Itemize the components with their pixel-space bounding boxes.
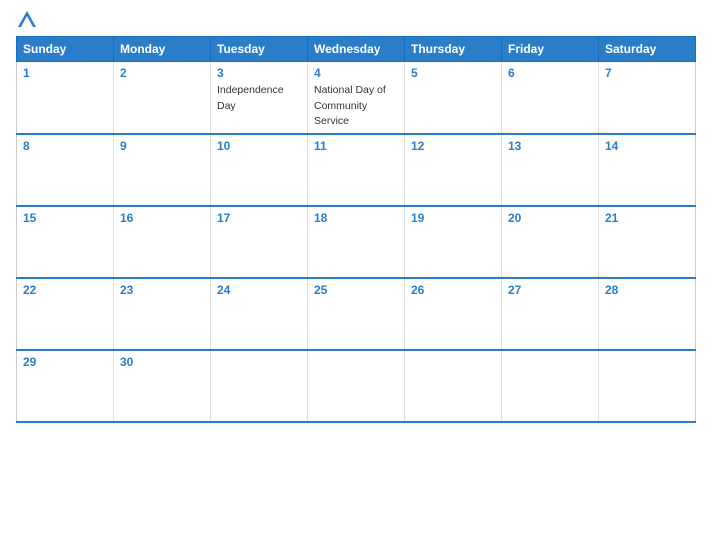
calendar-week-4: 22 23 24 25 26 27 28 — [17, 278, 696, 350]
day-number: 27 — [508, 283, 592, 297]
calendar-week-2: 89 10 11 12 13 14 — [17, 134, 696, 206]
day-number: 2 — [120, 66, 204, 80]
calendar-cell — [211, 350, 308, 422]
calendar-cell: 25 — [308, 278, 405, 350]
calendar-week-5: 29 30 — [17, 350, 696, 422]
calendar-cell: 16 — [114, 206, 211, 278]
calendar-cell: 22 — [17, 278, 114, 350]
day-number: 10 — [217, 139, 301, 153]
weekday-friday: Friday — [502, 37, 599, 62]
calendar-cell: 1 — [17, 62, 114, 134]
calendar-cell — [405, 350, 502, 422]
calendar-cell: 10 — [211, 134, 308, 206]
event-label: National Day of Community Service — [314, 84, 386, 127]
weekday-header-row: SundayMondayTuesdayWednesdayThursdayFrid… — [17, 37, 696, 62]
day-number: 17 — [217, 211, 301, 225]
weekday-tuesday: Tuesday — [211, 37, 308, 62]
calendar-cell — [308, 350, 405, 422]
day-number: 7 — [605, 66, 689, 80]
day-number: 26 — [411, 283, 495, 297]
calendar-cell: 18 — [308, 206, 405, 278]
day-number: 20 — [508, 211, 592, 225]
calendar-cell: 28 — [599, 278, 696, 350]
day-number: 19 — [411, 211, 495, 225]
calendar-cell: 27 — [502, 278, 599, 350]
calendar-cell: 13 — [502, 134, 599, 206]
header — [16, 12, 696, 28]
calendar-cell: 7 — [599, 62, 696, 134]
calendar-week-3: 15 16 17 18 19 20 21 — [17, 206, 696, 278]
calendar-cell — [502, 350, 599, 422]
day-number: 9 — [120, 139, 204, 153]
calendar-cell: 15 — [17, 206, 114, 278]
calendar-table: SundayMondayTuesdayWednesdayThursdayFrid… — [16, 36, 696, 423]
logo-triangle-icon — [18, 10, 36, 28]
day-number: 21 — [605, 211, 689, 225]
calendar-cell: 14 — [599, 134, 696, 206]
calendar-header: SundayMondayTuesdayWednesdayThursdayFrid… — [17, 37, 696, 62]
calendar-cell: 12 — [405, 134, 502, 206]
calendar-cell: 19 — [405, 206, 502, 278]
calendar-cell — [599, 350, 696, 422]
calendar-cell: 3 Independence Day — [211, 62, 308, 134]
day-number: 25 — [314, 283, 398, 297]
weekday-saturday: Saturday — [599, 37, 696, 62]
day-number: 11 — [314, 139, 398, 153]
weekday-monday: Monday — [114, 37, 211, 62]
calendar-cell: 11 — [308, 134, 405, 206]
calendar-cell: 20 — [502, 206, 599, 278]
day-number: 8 — [23, 139, 107, 153]
day-number: 1 — [23, 66, 107, 80]
day-number: 18 — [314, 211, 398, 225]
calendar-cell: 2 — [114, 62, 211, 134]
calendar-cell: 6 — [502, 62, 599, 134]
day-number: 5 — [411, 66, 495, 80]
day-number: 24 — [217, 283, 301, 297]
calendar-body: 123Independence Day4National Day of Comm… — [17, 62, 696, 422]
day-number: 29 — [23, 355, 107, 369]
day-number: 28 — [605, 283, 689, 297]
day-number: 4 — [314, 66, 398, 80]
day-number: 12 — [411, 139, 495, 153]
weekday-wednesday: Wednesday — [308, 37, 405, 62]
day-number: 3 — [217, 66, 301, 80]
logo — [16, 12, 36, 28]
day-number: 13 — [508, 139, 592, 153]
weekday-sunday: Sunday — [17, 37, 114, 62]
calendar-cell: 5 — [405, 62, 502, 134]
calendar-cell: 26 — [405, 278, 502, 350]
day-number: 15 — [23, 211, 107, 225]
calendar-cell: 17 — [211, 206, 308, 278]
calendar-cell: 30 — [114, 350, 211, 422]
day-number: 30 — [120, 355, 204, 369]
day-number: 22 — [23, 283, 107, 297]
weekday-thursday: Thursday — [405, 37, 502, 62]
event-label: Independence Day — [217, 84, 284, 112]
calendar-cell: 9 — [114, 134, 211, 206]
calendar-cell: 4 National Day of Community Service — [308, 62, 405, 134]
calendar-week-1: 123 Independence Day 4 National Day of Comm… — [17, 62, 696, 134]
day-number: 16 — [120, 211, 204, 225]
calendar-cell: 23 — [114, 278, 211, 350]
calendar-cell: 8 — [17, 134, 114, 206]
calendar-cell: 24 — [211, 278, 308, 350]
page: SundayMondayTuesdayWednesdayThursdayFrid… — [0, 0, 712, 550]
calendar-cell: 29 — [17, 350, 114, 422]
day-number: 23 — [120, 283, 204, 297]
day-number: 14 — [605, 139, 689, 153]
day-number: 6 — [508, 66, 592, 80]
calendar-cell: 21 — [599, 206, 696, 278]
